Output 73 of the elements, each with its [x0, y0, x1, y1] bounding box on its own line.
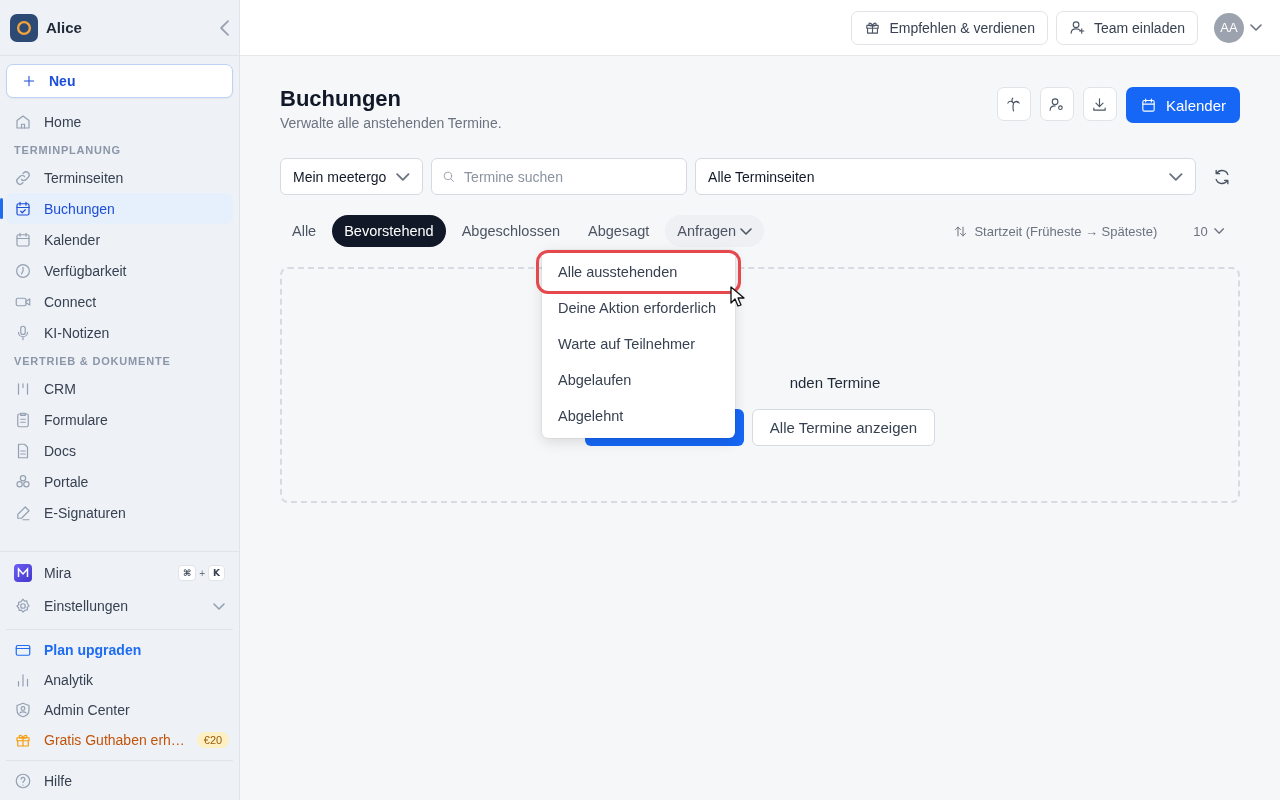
menu-item[interactable]: Abgelaufen — [542, 362, 735, 398]
empty-state-message: nden Termine — [788, 374, 881, 391]
filter-tab[interactable]: Abgeschlossen — [449, 215, 572, 247]
user-plus-icon — [1068, 19, 1086, 36]
chevron-down-icon — [1169, 172, 1183, 181]
chevron-left-icon — [219, 19, 229, 36]
page-size-select[interactable]: 10 — [1187, 222, 1230, 240]
user-settings-button[interactable] — [1039, 87, 1074, 121]
menu-item[interactable]: Warte auf Teilnehmer — [542, 326, 735, 362]
chevron-down-icon — [1250, 24, 1262, 31]
menu-item[interactable]: Abgelehnt — [542, 398, 735, 434]
download-icon — [1091, 95, 1109, 113]
sidebar-item[interactable]: Connect — [6, 286, 233, 317]
chevron-down-icon — [396, 172, 411, 181]
filter-tab[interactable]: Anfragen — [665, 215, 765, 247]
pen-icon — [14, 503, 32, 522]
clipboard-icon — [14, 410, 32, 429]
calendar-button[interactable]: Kalender — [1125, 87, 1240, 123]
filter-tab[interactable]: Alle — [280, 215, 329, 247]
search-icon — [441, 169, 457, 184]
sidebar-item[interactable]: Plan upgraden — [6, 635, 233, 665]
sidebar-item[interactable]: Portale — [6, 466, 233, 497]
section-heading: TERMINPLANUNG — [13, 143, 122, 158]
link-icon — [14, 168, 32, 187]
filter-tab[interactable]: Abgesagt — [576, 215, 662, 247]
sidebar-item[interactable]: Docs — [6, 435, 233, 466]
plus-icon — [21, 73, 37, 89]
assistant-logo-icon — [14, 564, 32, 582]
collapse-button[interactable] — [219, 19, 229, 36]
chevron-down-icon — [213, 602, 225, 610]
sidebar-item[interactable]: Hilfe — [6, 766, 233, 796]
sidebar-item[interactable]: Gratis Guthaben erh… €20 — [6, 725, 233, 755]
user-cog-icon — [1048, 95, 1066, 113]
page-subtitle: Verwalte alle anstehenden Termine. — [280, 115, 502, 131]
calendar-check-icon — [14, 199, 32, 218]
sidebar-item[interactable]: E-Signaturen — [6, 497, 233, 528]
app-logo — [10, 13, 38, 42]
filter-tab[interactable]: Bevorstehend — [332, 215, 446, 247]
new-button[interactable]: Neu — [6, 64, 233, 98]
shield-user-icon — [14, 701, 32, 719]
sidebar-item[interactable]: Admin Center — [6, 695, 233, 725]
settings-icon — [14, 597, 32, 615]
sidebar-item[interactable]: KI-Notizen — [6, 317, 233, 348]
palm-tree-icon — [1005, 95, 1023, 113]
clock-icon — [14, 261, 32, 280]
chevron-down-icon — [740, 227, 753, 235]
page-title: Buchungen — [280, 86, 402, 112]
assistant-item[interactable]: Mira ⌘ + K — [6, 558, 233, 588]
sidebar-item[interactable]: Formulare — [6, 404, 233, 435]
calendar-icon — [1139, 96, 1157, 114]
workspace-name: Alice — [46, 19, 83, 36]
sidebar-item[interactable]: Kalender — [6, 224, 233, 255]
sidebar-item[interactable]: CRM — [6, 373, 233, 404]
sidebar-item[interactable]: Einstellungen — [6, 588, 233, 624]
download-button[interactable] — [1082, 87, 1117, 121]
calendar-icon — [14, 230, 32, 249]
sidebar-item[interactable]: Analytik — [6, 665, 233, 695]
help-icon — [14, 772, 32, 790]
show-all-button[interactable]: Alle Termine anzeigen — [751, 409, 936, 446]
header-button[interactable]: Empfehlen & verdienen — [851, 10, 1048, 45]
sidebar-item[interactable]: Home — [6, 106, 233, 137]
owner-select[interactable]: Mein meetergo — [280, 158, 424, 195]
sidebar-item[interactable]: Verfügbarkeit — [6, 255, 233, 286]
sidebar-item[interactable]: Terminseiten — [6, 162, 233, 193]
search-field[interactable]: Termine suchen — [431, 158, 688, 195]
sort-button[interactable]: Startzeit (Früheste → Späteste) — [947, 222, 1164, 240]
credit-badge: €20 — [196, 732, 230, 748]
vacation-button[interactable] — [996, 87, 1031, 121]
page-select[interactable]: Alle Terminseiten — [695, 158, 1196, 195]
header-button[interactable]: Team einladen — [1055, 10, 1198, 45]
section-heading: VERTRIEB & DOKUMENTE — [13, 354, 172, 369]
keyboard-shortcut: ⌘ + K — [177, 565, 225, 581]
chevron-down-icon — [1213, 228, 1224, 234]
